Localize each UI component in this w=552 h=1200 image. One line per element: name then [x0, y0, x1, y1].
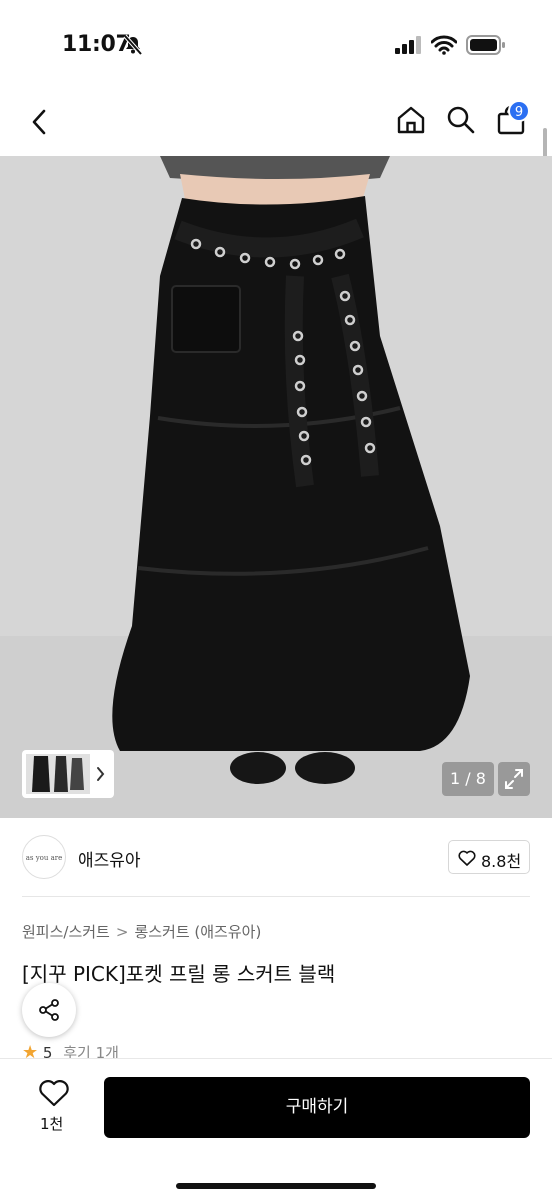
top-navigation: 9 — [0, 90, 552, 156]
bell-muted-icon — [123, 34, 143, 56]
breadcrumb-separator: > — [115, 923, 129, 941]
product-title: [지꾸 PICK]포켓 프릴 롱 스커트 블랙 — [22, 962, 336, 986]
share-icon — [39, 999, 59, 1021]
shop-row[interactable]: as you are 애즈유아 8.8천 — [0, 818, 552, 898]
cellular-signal-icon — [395, 36, 421, 54]
status-bar: 11:07 — [0, 0, 552, 90]
wishlist-heart-icon[interactable] — [38, 1079, 70, 1107]
expand-button[interactable] — [498, 762, 530, 796]
search-icon[interactable] — [445, 104, 477, 136]
home-indicator[interactable] — [176, 1183, 376, 1189]
breadcrumb-category[interactable]: 원피스/스커트 — [22, 923, 110, 941]
skirt-photo — [0, 156, 552, 818]
image-counter: 1 / 8 — [442, 762, 494, 796]
battery-icon — [466, 35, 505, 55]
divider — [22, 896, 530, 897]
share-button[interactable] — [22, 983, 76, 1037]
home-icon[interactable] — [395, 104, 427, 136]
breadcrumb: 원피스/스커트 > 롱스커트 (애즈유아) — [22, 921, 261, 942]
wishlist-count: 1천 — [40, 1115, 64, 1133]
shop-like-count: 8.8천 — [481, 852, 522, 871]
buy-button[interactable]: 구매하기 — [104, 1077, 530, 1138]
thumbnail-strip[interactable] — [22, 750, 114, 798]
back-arrow-icon[interactable] — [26, 106, 54, 138]
bottom-action-bar: 1천 구매하기 — [0, 1058, 552, 1200]
thumbnail-image[interactable] — [22, 750, 114, 798]
shop-logo[interactable]: as you are — [22, 835, 66, 879]
expand-icon — [505, 769, 523, 789]
status-time: 11:07 — [62, 32, 131, 57]
cart-count-badge: 9 — [508, 100, 530, 122]
heart-icon — [458, 850, 476, 866]
shop-like-button[interactable]: 8.8천 — [448, 840, 530, 874]
shop-name[interactable]: 애즈유아 — [78, 846, 141, 871]
product-image[interactable] — [0, 156, 552, 818]
breadcrumb-subcategory[interactable]: 롱스커트 (애즈유아) — [134, 923, 261, 941]
wifi-icon — [431, 35, 457, 55]
